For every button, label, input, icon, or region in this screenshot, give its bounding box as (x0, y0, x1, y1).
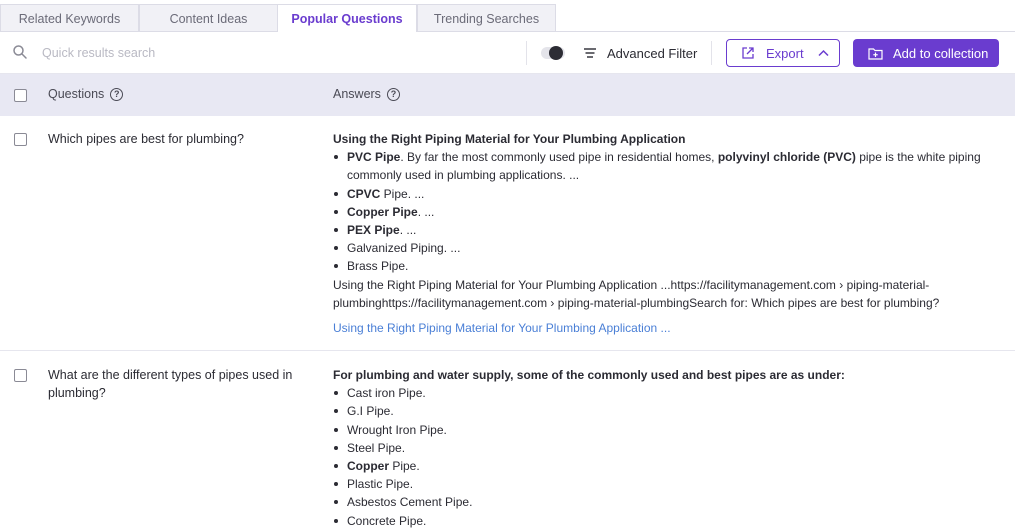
export-label: Export (766, 45, 804, 61)
answer-source-text: Using the Right Piping Material for Your… (333, 277, 940, 310)
advanced-filter-button[interactable]: Advanced Filter (583, 43, 697, 63)
list-item: Concrete Pipe. (333, 512, 993, 530)
list-item: Wrought Iron Pipe. (333, 421, 993, 439)
advanced-filter-label: Advanced Filter (607, 45, 698, 61)
list-item: Brass Pipe. (333, 257, 993, 275)
list-item: Copper Pipe. (333, 457, 993, 475)
answer-block: For plumbing and water supply, some of t… (333, 366, 993, 530)
questions-header-label: Questions (48, 87, 105, 101)
list-item: CPVC Pipe. ... (333, 185, 993, 203)
row-checkbox[interactable] (14, 369, 27, 382)
search-icon (13, 45, 27, 59)
add-to-collection-button[interactable]: Add to collection (853, 39, 999, 67)
list-item: PVC Pipe. By far the most commonly used … (333, 148, 993, 184)
answer-list: Cast iron Pipe. G.I Pipe. Wrought Iron P… (333, 384, 993, 530)
results-toolbar: Advanced Filter Export Add to collection (0, 32, 1015, 74)
list-item: Steel Pipe. (333, 439, 993, 457)
table-header: Questions ? Answers ? (0, 74, 1015, 116)
export-button[interactable]: Export (726, 39, 840, 67)
list-item: Cast iron Pipe. (333, 384, 993, 402)
export-icon (742, 47, 754, 59)
add-to-collection-label: Add to collection (893, 45, 989, 61)
answer-block: Using the Right Piping Material for Your… (333, 130, 993, 337)
answers-header-label: Answers (333, 87, 381, 101)
answer-heading: Using the Right Piping Material for Your… (333, 132, 686, 146)
toolbar-divider (711, 41, 712, 65)
answers-column-header: Answers ? (333, 87, 400, 101)
tab-trending-searches[interactable]: Trending Searches (417, 4, 556, 32)
list-item: Plastic Pipe. (333, 475, 993, 493)
list-item: G.I Pipe. (333, 402, 993, 420)
list-item: Asbestos Cement Pipe. (333, 493, 993, 511)
quick-search-input[interactable] (42, 43, 342, 63)
select-all-checkbox[interactable] (14, 89, 27, 102)
filter-lines-icon (584, 48, 596, 58)
toggle-knob (549, 46, 563, 60)
filter-toggle[interactable] (541, 46, 565, 60)
answer-source-link[interactable]: Using the Right Piping Material for Your… (333, 319, 993, 337)
chevron-up-icon (818, 49, 829, 57)
answer-list: PVC Pipe. By far the most commonly used … (333, 148, 993, 275)
help-icon[interactable]: ? (386, 87, 400, 101)
folder-plus-icon (868, 47, 883, 60)
tab-related-keywords[interactable]: Related Keywords (0, 4, 139, 32)
question-text: What are the different types of pipes us… (48, 368, 293, 400)
question-text: Which pipes are best for plumbing? (48, 132, 244, 146)
list-item: PEX Pipe. ... (333, 221, 993, 239)
tab-popular-questions[interactable]: Popular Questions (277, 4, 417, 33)
tab-bar: Related Keywords Content Ideas Popular Q… (0, 0, 1015, 33)
row-checkbox[interactable] (14, 133, 27, 146)
tab-content-ideas[interactable]: Content Ideas (139, 4, 278, 32)
questions-column-header: Questions ? (48, 87, 124, 101)
table-row: What are the different types of pipes us… (0, 352, 1015, 532)
list-item: Copper Pipe. ... (333, 203, 993, 221)
help-icon[interactable]: ? (110, 87, 124, 101)
table-row: Which pipes are best for plumbing? Using… (0, 116, 1015, 351)
answer-heading: For plumbing and water supply, some of t… (333, 368, 845, 382)
toolbar-divider (526, 41, 527, 65)
list-item: Galvanized Piping. ... (333, 239, 993, 257)
